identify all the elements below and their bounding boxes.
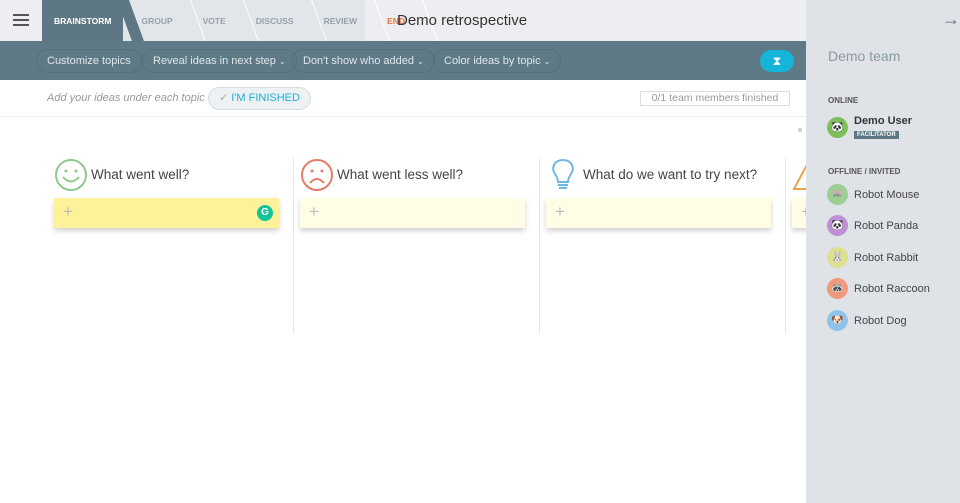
topic-column: + [786,158,806,334]
hourglass-icon: ⧗ [772,54,782,68]
member-robot-mouse: 🐭 Robot Mouse [827,184,919,205]
member-name: Robot Panda [854,219,919,232]
team-name: Demo team [828,48,901,64]
label: Color ideas by topic [444,55,541,67]
reveal-ideas-dropdown[interactable]: Reveal ideas in next step ⌄ [142,49,297,73]
check-icon: ✓ [219,92,229,104]
add-idea-input[interactable]: + [792,198,806,228]
add-idea-input[interactable]: + [300,198,525,228]
customize-topics-button[interactable]: Customize topics [36,49,142,73]
member-demo-user: 🐼 Demo User FACILITATOR [827,115,912,139]
phase-stepper: BRAINSTORM GROUP VOTE DISCUSS REVIEW END [42,0,405,41]
add-idea-input[interactable]: + G [54,198,279,228]
color-ideas-dropdown[interactable]: Color ideas by topic ⌄ [433,49,562,73]
plus-icon: + [63,202,73,221]
add-idea-input[interactable]: + [546,198,771,228]
step-brainstorm[interactable]: BRAINSTORM [42,0,124,41]
main-area: BRAINSTORM GROUP VOTE DISCUSS REVIEW END… [0,0,806,503]
plus-icon: + [555,202,565,221]
chevron-down-icon: ⌄ [278,57,286,66]
plus-icon: + [309,202,319,221]
sad-face-icon [301,159,333,191]
timer-button[interactable]: ⧗ [760,50,794,72]
scroll-indicator [798,128,802,132]
avatar: 🐶 [827,310,848,331]
top-bar: BRAINSTORM GROUP VOTE DISCUSS REVIEW END… [0,0,806,41]
warning-icon [792,164,806,190]
page-title: Demo retrospective [397,12,528,29]
topic-column: What went less well? + [294,158,540,334]
label: I'M FINISHED [231,92,300,104]
topic-title: What went less well? [337,167,464,182]
online-heading: ONLINE [828,96,859,105]
topic-title: What do we want to try next? [583,167,758,182]
avatar: 🦝 [827,278,848,299]
step-discuss[interactable]: DISCUSS [238,0,306,41]
label: Don't show who added [303,55,414,67]
topic-column: What went well? + G [48,158,294,334]
chevron-down-icon: ⌄ [543,57,551,66]
step-vote[interactable]: VOTE [185,0,238,41]
show-who-added-dropdown[interactable]: Don't show who added ⌄ [292,49,435,73]
avatar: 🐼 [827,116,848,138]
member-robot-raccoon: 🦝 Robot Raccoon [827,278,930,299]
topic-column: What do we want to try next? + [540,158,786,334]
grammarly-icon[interactable]: G [257,205,273,221]
finished-count: 0/1 team members finished [640,91,790,106]
step-review[interactable]: REVIEW [306,0,370,41]
topic-title: What went well? [91,167,190,182]
team-sidebar: →| Demo team ONLINE 🐼 Demo User FACILITAT… [806,0,960,503]
avatar: 🐼 [827,215,848,236]
lightbulb-icon [552,158,574,189]
facilitator-badge: FACILITATOR [854,131,899,139]
label: Reveal ideas in next step [153,55,276,67]
member-name: Robot Mouse [854,188,920,201]
member-robot-rabbit: 🐰 Robot Rabbit [827,247,918,268]
member-robot-panda: 🐼 Robot Panda [827,215,918,236]
hint-text: Add your ideas under each topic [47,92,205,104]
member-name: Robot Raccoon [854,282,930,295]
collapse-sidebar-icon[interactable]: →| [942,9,960,30]
avatar: 🐭 [827,184,848,205]
hamburger-icon[interactable] [13,14,29,26]
smiley-icon [55,159,87,191]
member-name: Robot Rabbit [854,251,919,264]
avatar: 🐰 [827,247,848,268]
member-name: Demo User [854,115,913,127]
member-name: Robot Dog [854,314,907,327]
chevron-down-icon: ⌄ [417,57,424,66]
member-robot-dog: 🐶 Robot Dog [827,310,907,331]
info-row: Add your ideas under each topic ✓ I'M FIN… [0,80,806,117]
toolbar: Customize topics Reveal ideas in next st… [0,41,806,80]
offline-heading: OFFLINE / INVITED [828,167,901,176]
im-finished-button[interactable]: ✓ I'M FINISHED [208,87,311,110]
